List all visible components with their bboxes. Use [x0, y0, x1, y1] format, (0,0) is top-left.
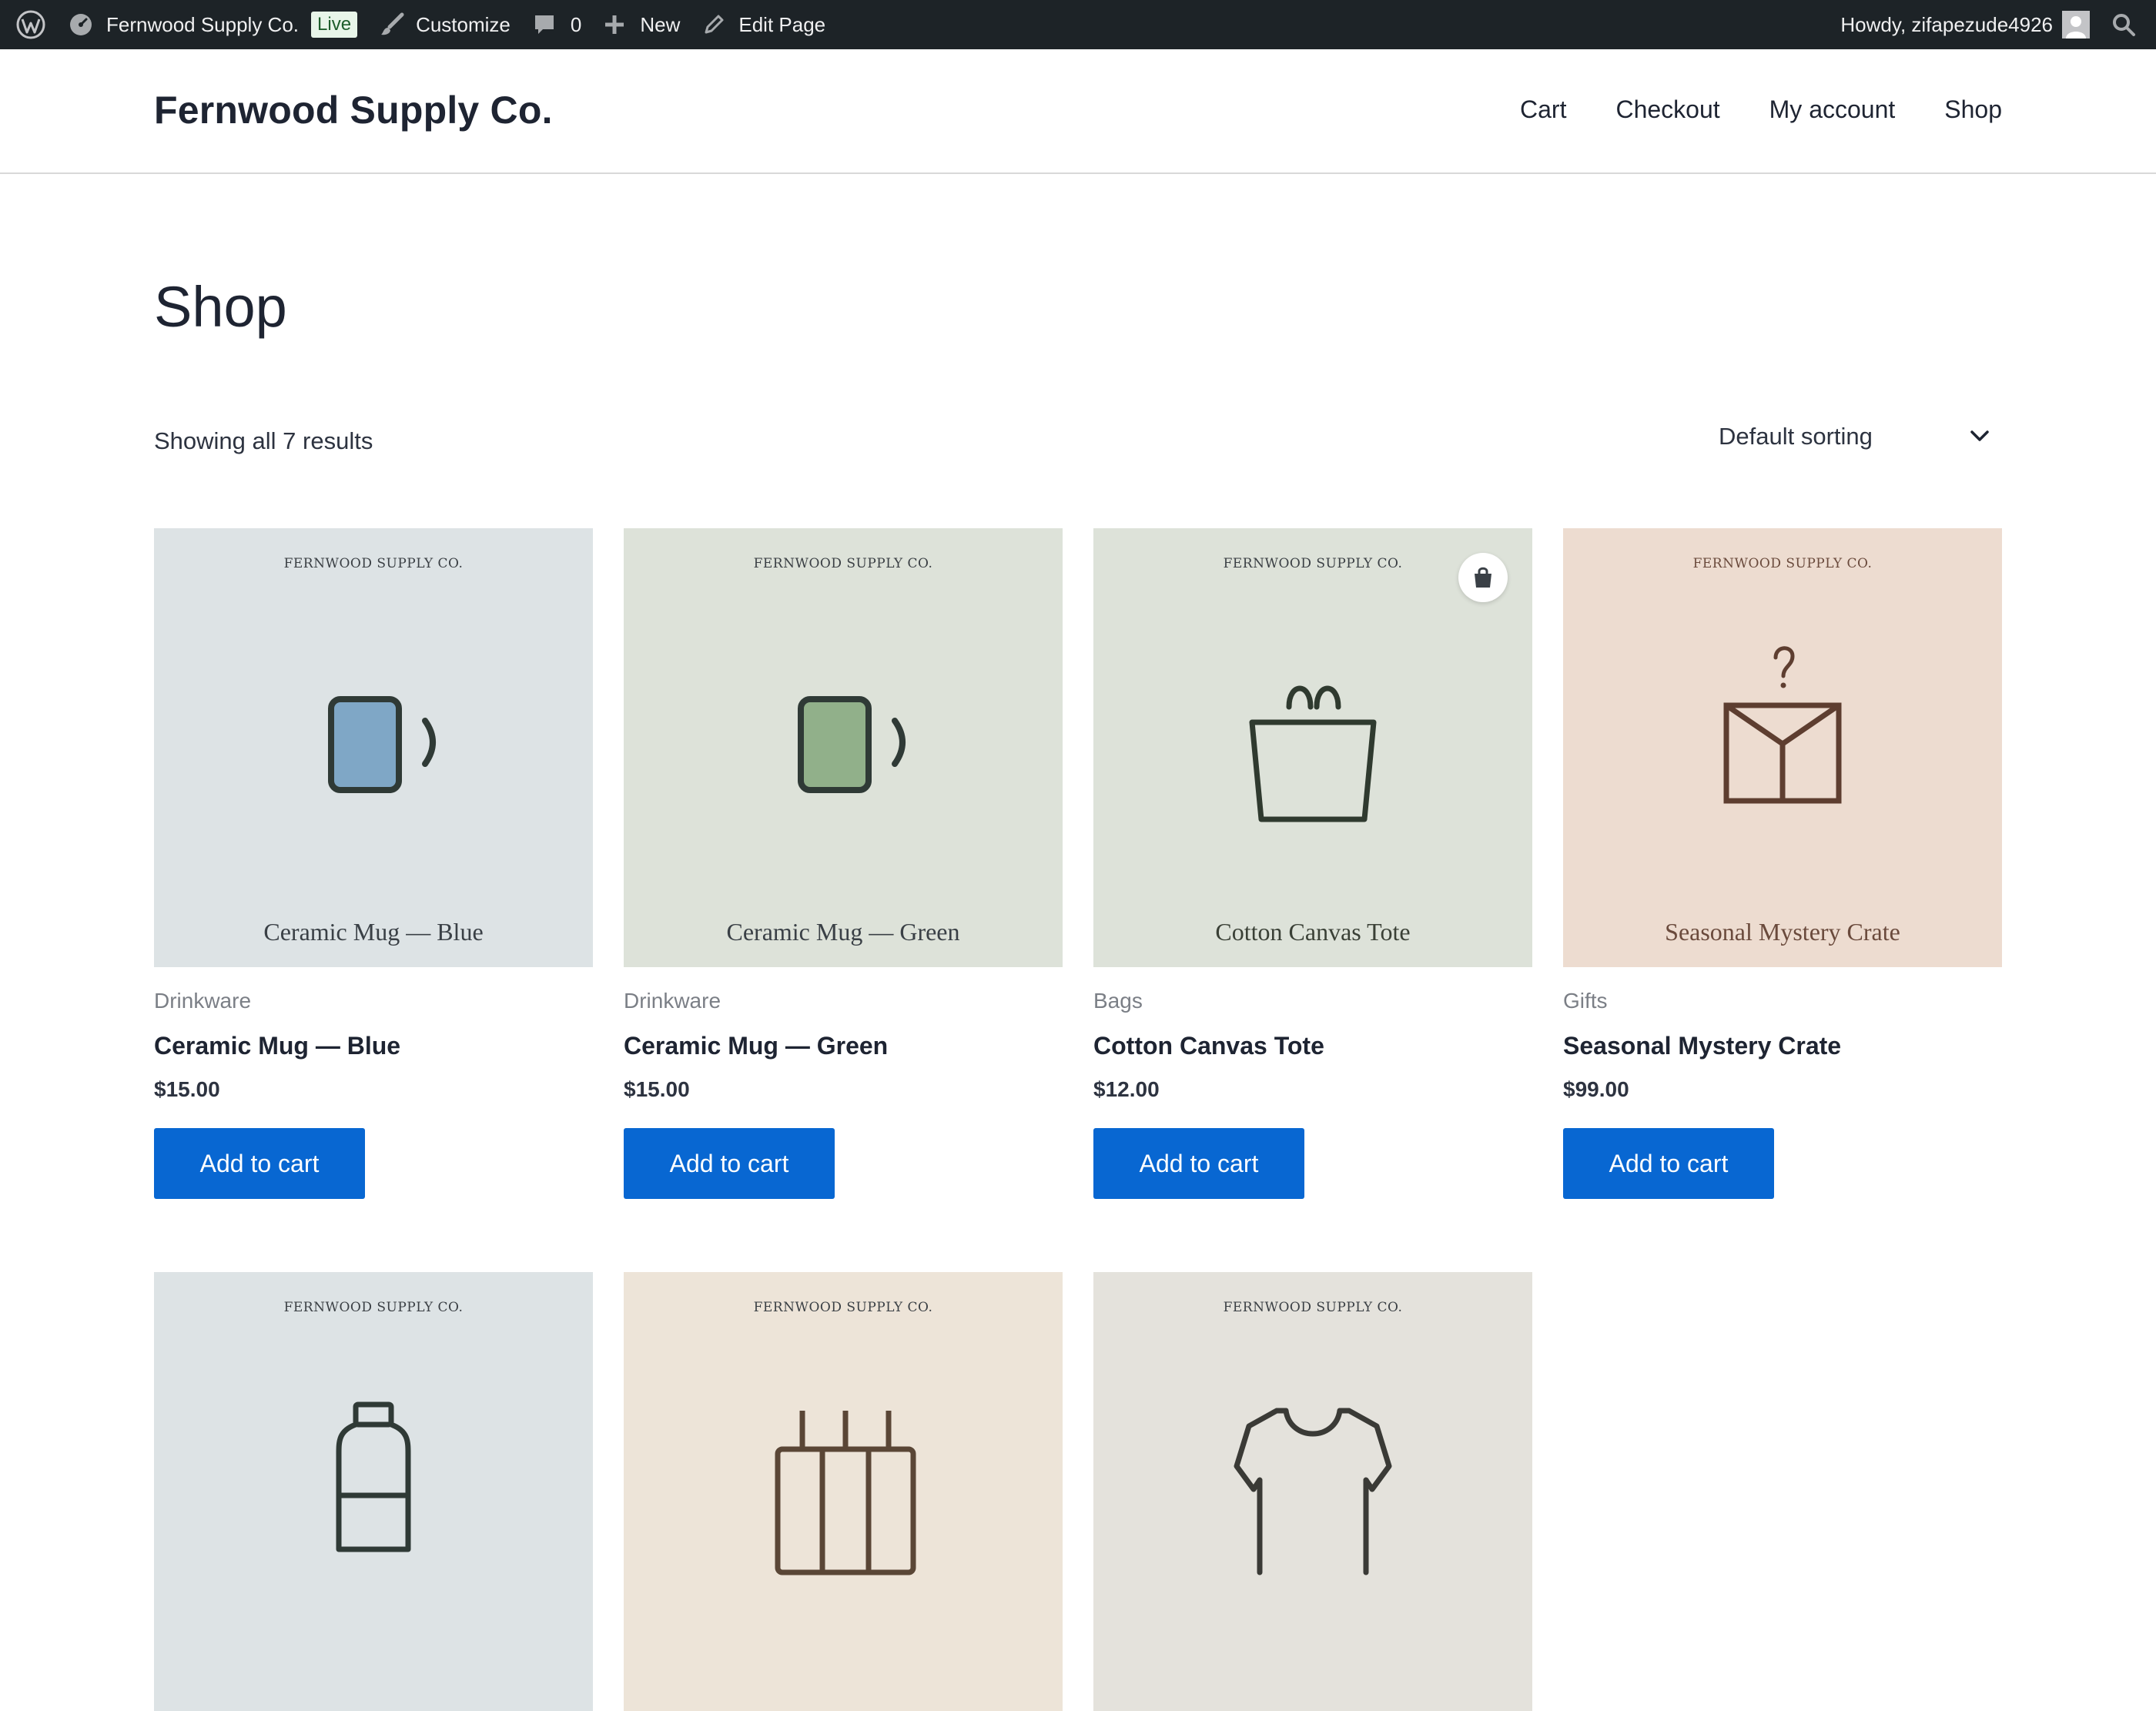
bottle-icon [336, 1401, 411, 1552]
pencil-icon [705, 15, 724, 34]
comments-link[interactable]: 0 [521, 0, 592, 49]
image-caption: Ceramic Mug — Blue [263, 918, 484, 946]
wordpress-logo-icon[interactable] [5, 0, 57, 49]
product-card: FERNWOOD SUPPLY CO. [154, 1272, 593, 1711]
result-count: Showing all 7 results [154, 427, 373, 454]
product-image[interactable]: FERNWOOD SUPPLY CO. Cotton Canvas Tote [1093, 528, 1532, 967]
product-card: FERNWOOD SUPPLY CO. Ceramic Mug — Blue D… [154, 528, 593, 1199]
product-price: $12.00 [1093, 1077, 1160, 1101]
nav-checkout[interactable]: Checkout [1615, 95, 1719, 124]
customize-link[interactable]: Customize [368, 0, 521, 49]
product-image[interactable]: FERNWOOD SUPPLY CO. Ceramic Mug — Green [624, 528, 1063, 967]
image-caption: Seasonal Mystery Crate [1665, 918, 1900, 946]
product-image[interactable]: FERNWOOD SUPPLY CO. [1093, 1272, 1532, 1711]
tshirt-icon [1234, 1408, 1392, 1575]
product-image[interactable]: FERNWOOD SUPPLY CO. Seasonal Mystery Cra… [1563, 528, 2002, 967]
comments-count: 0 [570, 12, 582, 36]
add-to-cart-button[interactable]: Add to cart [624, 1128, 835, 1199]
mystery-box-icon [1723, 646, 1842, 804]
main-navigation: Cart Checkout My account Shop [1520, 95, 2002, 124]
product-title[interactable]: Ceramic Mug — Green [624, 1032, 1063, 1060]
product-card: FERNWOOD SUPPLY CO. [624, 1272, 1063, 1711]
product-title[interactable]: Seasonal Mystery Crate [1563, 1032, 2002, 1060]
add-to-cart-button[interactable]: Add to cart [1093, 1128, 1304, 1199]
crate-icon [775, 1411, 916, 1575]
new-label: New [640, 12, 681, 36]
sorting-select[interactable]: Default sorting [1719, 410, 2002, 464]
howdy-greeting: Howdy, zifapezude4926 [1840, 12, 2053, 36]
product-card: FERNWOOD SUPPLY CO. Ceramic Mug — Green … [624, 528, 1063, 1199]
avatar [2062, 11, 2090, 39]
image-caption: Ceramic Mug — Green [726, 918, 960, 946]
add-to-cart-button[interactable]: Add to cart [154, 1128, 365, 1199]
product-image[interactable]: FERNWOOD SUPPLY CO. [624, 1272, 1063, 1711]
search-icon [2113, 14, 2135, 36]
quick-view-button[interactable] [1458, 553, 1508, 602]
nav-shop[interactable]: Shop [1944, 95, 2002, 124]
product-image[interactable]: FERNWOOD SUPPLY CO. Ceramic Mug — Blue [154, 528, 593, 967]
product-price: $15.00 [154, 1077, 220, 1101]
product-card: FERNWOOD SUPPLY CO. Seasonal Mystery Cra… [1563, 528, 2002, 1199]
admin-bar: Fernwood Supply Co. Live Customize 0 New… [0, 0, 2156, 49]
paintbrush-icon [381, 12, 404, 35]
edit-page-label: Edit Page [738, 12, 826, 36]
admin-site-name: Fernwood Supply Co. [106, 12, 300, 36]
plus-icon [605, 15, 624, 34]
admin-search-button[interactable] [2101, 0, 2147, 49]
dashboard-icon [70, 14, 92, 35]
product-price: $15.00 [624, 1077, 690, 1101]
add-to-cart-button[interactable]: Add to cart [1563, 1128, 1774, 1199]
nav-my-account[interactable]: My account [1769, 95, 1896, 124]
product-card: FERNWOOD SUPPLY CO. Cotton Canvas Tote B… [1093, 528, 1532, 1199]
product-category[interactable]: Drinkware [154, 989, 593, 1013]
my-account-menu[interactable]: Howdy, zifapezude4926 [1830, 0, 2101, 49]
nav-cart[interactable]: Cart [1520, 95, 1566, 124]
new-content-link[interactable]: New [592, 0, 691, 49]
admin-site-link[interactable]: Fernwood Supply Co. Live [57, 0, 368, 49]
customize-label: Customize [416, 12, 511, 36]
product-price: $99.00 [1563, 1077, 1629, 1101]
product-card: FERNWOOD SUPPLY CO. [1093, 1272, 1532, 1711]
site-title[interactable]: Fernwood Supply Co. [154, 88, 553, 132]
chevron-down-icon [1970, 430, 1989, 441]
product-category[interactable]: Bags [1093, 989, 1532, 1013]
product-title[interactable]: Ceramic Mug — Blue [154, 1032, 593, 1060]
product-category[interactable]: Gifts [1563, 989, 2002, 1013]
product-category[interactable]: Drinkware [624, 989, 1063, 1013]
sorting-value: Default sorting [1719, 423, 1873, 450]
product-image[interactable]: FERNWOOD SUPPLY CO. [154, 1272, 593, 1711]
mug-icon [798, 696, 906, 793]
mug-icon [328, 696, 436, 793]
shopping-bag-icon [1475, 567, 1491, 588]
site-header: Fernwood Supply Co. Cart Checkout My acc… [0, 49, 2156, 174]
image-caption: Cotton Canvas Tote [1215, 918, 1411, 946]
live-badge: Live [311, 12, 358, 38]
page-title: Shop [154, 275, 287, 339]
comment-icon [534, 15, 554, 34]
edit-page-link[interactable]: Edit Page [691, 0, 836, 49]
product-title[interactable]: Cotton Canvas Tote [1093, 1032, 1532, 1060]
